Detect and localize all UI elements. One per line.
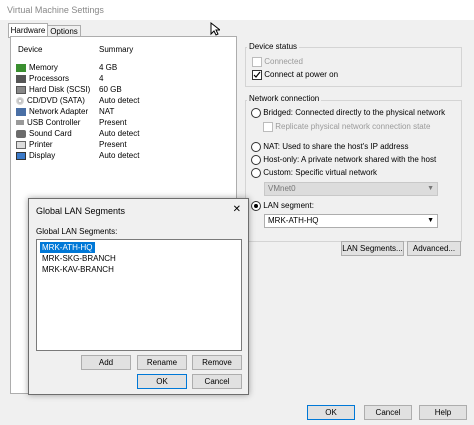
dialog-cancel-button[interactable]: Cancel: [192, 374, 242, 389]
device-label: Display: [29, 151, 56, 160]
device-summary: 4 GB: [99, 63, 118, 72]
device-summary: Present: [99, 140, 127, 149]
custom-radio[interactable]: Custom: Specific virtual network: [251, 167, 377, 178]
device-status-group: [245, 47, 462, 87]
close-icon[interactable]: ✕: [233, 204, 241, 215]
global-lan-segments-dialog: Global LAN Segments ✕ Global LAN Segment…: [28, 198, 249, 395]
device-label: Network Adapter: [29, 107, 89, 116]
usb-icon: [16, 120, 24, 126]
nat-radio[interactable]: NAT: Used to share the host's IP address: [251, 141, 409, 152]
lan-segments-button[interactable]: LAN Segments...: [341, 241, 404, 256]
nat-label: NAT: Used to share the host's IP address: [263, 142, 409, 151]
device-label: Printer: [29, 140, 53, 149]
radio-icon: [251, 167, 261, 178]
ok-button[interactable]: OK: [307, 405, 355, 420]
device-summary: 60 GB: [99, 85, 122, 94]
radio-icon: [251, 107, 261, 118]
column-header-device[interactable]: Device: [18, 45, 42, 54]
dialog-title: Global LAN Segments: [36, 206, 126, 216]
checkbox-icon: [252, 56, 262, 67]
replicate-label: Replicate physical network connection st…: [275, 122, 431, 131]
custom-network-value: VMnet0: [268, 184, 296, 193]
dialog-ok-button[interactable]: OK: [137, 374, 187, 389]
list-item[interactable]: MRK-KAV-BRANCH: [40, 264, 116, 275]
device-summary: Auto detect: [99, 96, 140, 105]
bridged-label: Bridged: Connected directly to the physi…: [263, 108, 446, 117]
radio-icon: [251, 141, 261, 152]
host-only-label: Host-only: A private network shared with…: [263, 155, 437, 164]
device-label: Sound Card: [29, 129, 72, 138]
custom-label: Custom: Specific virtual network: [263, 168, 378, 177]
connected-checkbox[interactable]: Connected: [252, 56, 303, 67]
radio-icon: [251, 154, 261, 165]
chevron-down-icon: ▼: [427, 217, 434, 224]
network-adapter-icon: [16, 107, 26, 116]
device-row-printer[interactable]: Printer Present: [16, 139, 231, 150]
hard-disk-icon: [16, 85, 26, 94]
advanced-button[interactable]: Advanced...: [407, 241, 461, 256]
device-row-network-adapter[interactable]: Network Adapter NAT: [16, 106, 231, 117]
lan-segment-value: MRK-ATH-HQ: [268, 216, 319, 225]
printer-icon: [16, 140, 26, 149]
device-row-sound-card[interactable]: Sound Card Auto detect: [16, 128, 231, 139]
rename-button[interactable]: Rename: [137, 355, 187, 370]
title-bar: Virtual Machine Settings: [0, 0, 474, 20]
device-summary: Present: [99, 118, 127, 127]
network-connection-label: Network connection: [247, 94, 322, 103]
checkbox-icon: [263, 121, 273, 132]
connect-at-power-on-label: Connect at power on: [264, 70, 339, 79]
list-item[interactable]: MRK-ATH-HQ: [40, 242, 95, 253]
add-button[interactable]: Add: [81, 355, 131, 370]
radio-selected-icon: [251, 200, 261, 211]
column-header-summary[interactable]: Summary: [99, 45, 133, 54]
device-label: Hard Disk (SCSI): [29, 85, 91, 94]
remove-button[interactable]: Remove: [192, 355, 242, 370]
device-row-usb-controller[interactable]: USB Controller Present: [16, 117, 231, 128]
device-label: Processors: [29, 74, 70, 83]
device-summary: Auto detect: [99, 151, 140, 160]
chevron-down-icon: ▼: [427, 185, 434, 192]
help-button[interactable]: Help: [419, 405, 467, 420]
segments-listbox[interactable]: MRK-ATH-HQ MRK-SKG-BRANCH MRK-KAV-BRANCH: [36, 239, 242, 351]
processor-icon: [16, 74, 26, 83]
host-only-radio[interactable]: Host-only: A private network shared with…: [251, 154, 436, 165]
device-row-processors[interactable]: Processors 4: [16, 73, 231, 84]
replicate-checkbox[interactable]: Replicate physical network connection st…: [263, 121, 430, 132]
lan-segment-select[interactable]: MRK-ATH-HQ ▼: [264, 214, 438, 228]
device-label: CD/DVD (SATA): [27, 96, 85, 105]
display-icon: [16, 151, 26, 160]
custom-network-select[interactable]: VMnet0 ▼: [264, 182, 438, 196]
segments-list-label: Global LAN Segments:: [36, 227, 118, 236]
device-summary: Auto detect: [99, 129, 140, 138]
device-row-display[interactable]: Display Auto detect: [16, 150, 231, 161]
checkbox-checked-icon: [252, 69, 262, 80]
connect-at-power-on-checkbox[interactable]: Connect at power on: [252, 69, 338, 80]
device-row-memory[interactable]: Memory 4 GB: [16, 62, 231, 73]
mouse-cursor-icon: [210, 22, 220, 36]
device-summary: NAT: [99, 107, 115, 116]
sound-card-icon: [16, 129, 26, 138]
memory-icon: [16, 63, 26, 72]
list-item[interactable]: MRK-SKG-BRANCH: [40, 253, 118, 264]
device-label: USB Controller: [27, 118, 81, 127]
device-summary: 4: [99, 74, 104, 83]
cancel-button[interactable]: Cancel: [364, 405, 412, 420]
lan-segment-radio[interactable]: LAN segment:: [251, 200, 314, 211]
lan-segment-label: LAN segment:: [263, 201, 314, 210]
cd-dvd-icon: [16, 96, 24, 105]
device-row-hard-disk[interactable]: Hard Disk (SCSI) 60 GB: [16, 84, 231, 95]
device-label: Memory: [29, 63, 58, 72]
window-title: Virtual Machine Settings: [7, 5, 104, 15]
connected-label: Connected: [264, 57, 303, 66]
device-status-label: Device status: [247, 42, 300, 51]
bridged-radio[interactable]: Bridged: Connected directly to the physi…: [251, 107, 445, 118]
device-row-cd-dvd[interactable]: CD/DVD (SATA) Auto detect: [16, 95, 231, 106]
